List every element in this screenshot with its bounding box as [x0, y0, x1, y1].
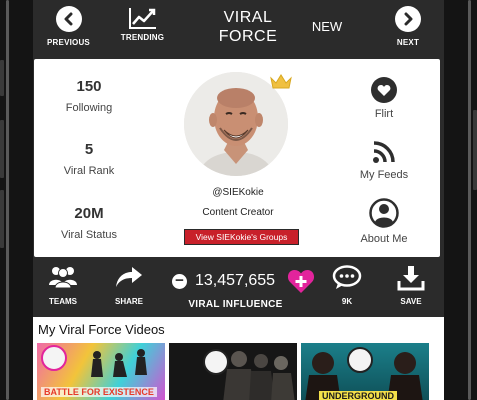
power-button	[473, 110, 477, 190]
trending-chart-icon	[128, 8, 156, 29]
save-button[interactable]: SAVE	[393, 265, 429, 306]
chevron-left-icon	[55, 6, 82, 32]
next-button[interactable]: NEXT	[383, 0, 433, 57]
profile-handle: @SIEKokie	[212, 187, 264, 198]
my-feeds-label: My Feeds	[359, 169, 409, 181]
my-feeds-button[interactable]: My Feeds	[349, 140, 419, 181]
stat-value: 150	[76, 78, 102, 95]
video-caption: UNDERGROUND	[319, 391, 397, 400]
stat-value: 5	[84, 141, 94, 158]
previous-button[interactable]: PREVIOUS	[41, 0, 96, 57]
flirt-label: Flirt	[374, 108, 394, 120]
download-icon	[397, 266, 425, 291]
share-arrow-icon	[116, 267, 142, 287]
app-title-line1: VIRAL	[223, 9, 273, 26]
action-bar: TEAMS SHARE − 13,457,655 VIRAL INFLUENCE	[33, 258, 444, 317]
viral-influence-counter: − 13,457,655	[171, 268, 321, 294]
new-button[interactable]: NEW	[305, 19, 349, 34]
group-silhouette-icon	[223, 351, 295, 400]
videos-title: My Viral Force Videos	[38, 322, 165, 337]
previous-label: PREVIOUS	[47, 38, 90, 47]
save-label: SAVE	[400, 297, 422, 306]
messages-count: 9K	[341, 297, 353, 306]
heart-plus-icon[interactable]	[287, 268, 315, 294]
top-nav-bar: PREVIOUS TRENDING VIRAL FORCE NEW NEXT	[33, 0, 444, 57]
heart-icon	[371, 77, 397, 103]
share-button[interactable]: SHARE	[109, 265, 149, 306]
video-thumbnail[interactable]: UNDERGROUND	[301, 343, 429, 400]
app-title: VIRAL FORCE	[193, 8, 303, 46]
chat-bubble-icon	[332, 265, 362, 289]
rss-icon	[373, 141, 395, 163]
view-groups-button[interactable]: View SIEKokie's Groups	[184, 229, 299, 245]
profile-card: 150 Following 5 Viral Rank 20M Viral Sta…	[34, 59, 440, 257]
profile-role: Content Creator	[202, 207, 274, 218]
app-title-line2: FORCE	[218, 28, 278, 45]
stat-label: Viral Rank	[63, 165, 115, 177]
minus-icon[interactable]: −	[172, 273, 187, 289]
volume-down-button	[0, 190, 4, 248]
trending-label: TRENDING	[120, 33, 165, 42]
teams-button[interactable]: TEAMS	[43, 265, 83, 306]
teams-icon	[49, 267, 77, 289]
messages-button[interactable]: 9K	[329, 265, 365, 306]
flirt-button[interactable]: Flirt	[349, 77, 419, 120]
stat-value: 20M	[74, 205, 104, 222]
bezel-edge-left	[6, 0, 9, 400]
app-screen: PREVIOUS TRENDING VIRAL FORCE NEW NEXT 1…	[33, 0, 444, 400]
bezel-edge-right	[468, 0, 471, 400]
chevron-right-icon	[395, 6, 421, 32]
video-caption: BATTLE FOR EXISTENCE	[41, 387, 157, 397]
user-icon	[369, 198, 399, 228]
influence-label: VIRAL INFLUENCE	[188, 299, 283, 310]
stat-viral-status: 20M Viral Status	[48, 205, 130, 241]
mute-switch	[0, 60, 4, 96]
volume-up-button	[0, 120, 4, 178]
videos-section: My Viral Force Videos BATTLE FOR EXISTEN…	[33, 317, 444, 400]
crown-icon	[270, 74, 292, 89]
stat-following[interactable]: 150 Following	[48, 78, 130, 114]
influence-value: 13,457,655	[195, 272, 276, 289]
stat-viral-rank: 5 Viral Rank	[48, 141, 130, 177]
trending-button[interactable]: TRENDING	[115, 0, 170, 57]
share-label: SHARE	[114, 297, 143, 306]
video-thumbnail[interactable]	[169, 343, 297, 400]
teams-label: TEAMS	[49, 297, 77, 306]
stat-label: Viral Status	[60, 229, 118, 241]
profile-section: 150 Following 5 Viral Rank 20M Viral Sta…	[33, 57, 444, 258]
about-me-label: About Me	[360, 233, 408, 245]
stat-label: Following	[65, 102, 113, 114]
about-me-button[interactable]: About Me	[349, 198, 419, 245]
next-label: NEXT	[396, 38, 420, 47]
video-thumbnail[interactable]: BATTLE FOR EXISTENCE	[37, 343, 165, 400]
